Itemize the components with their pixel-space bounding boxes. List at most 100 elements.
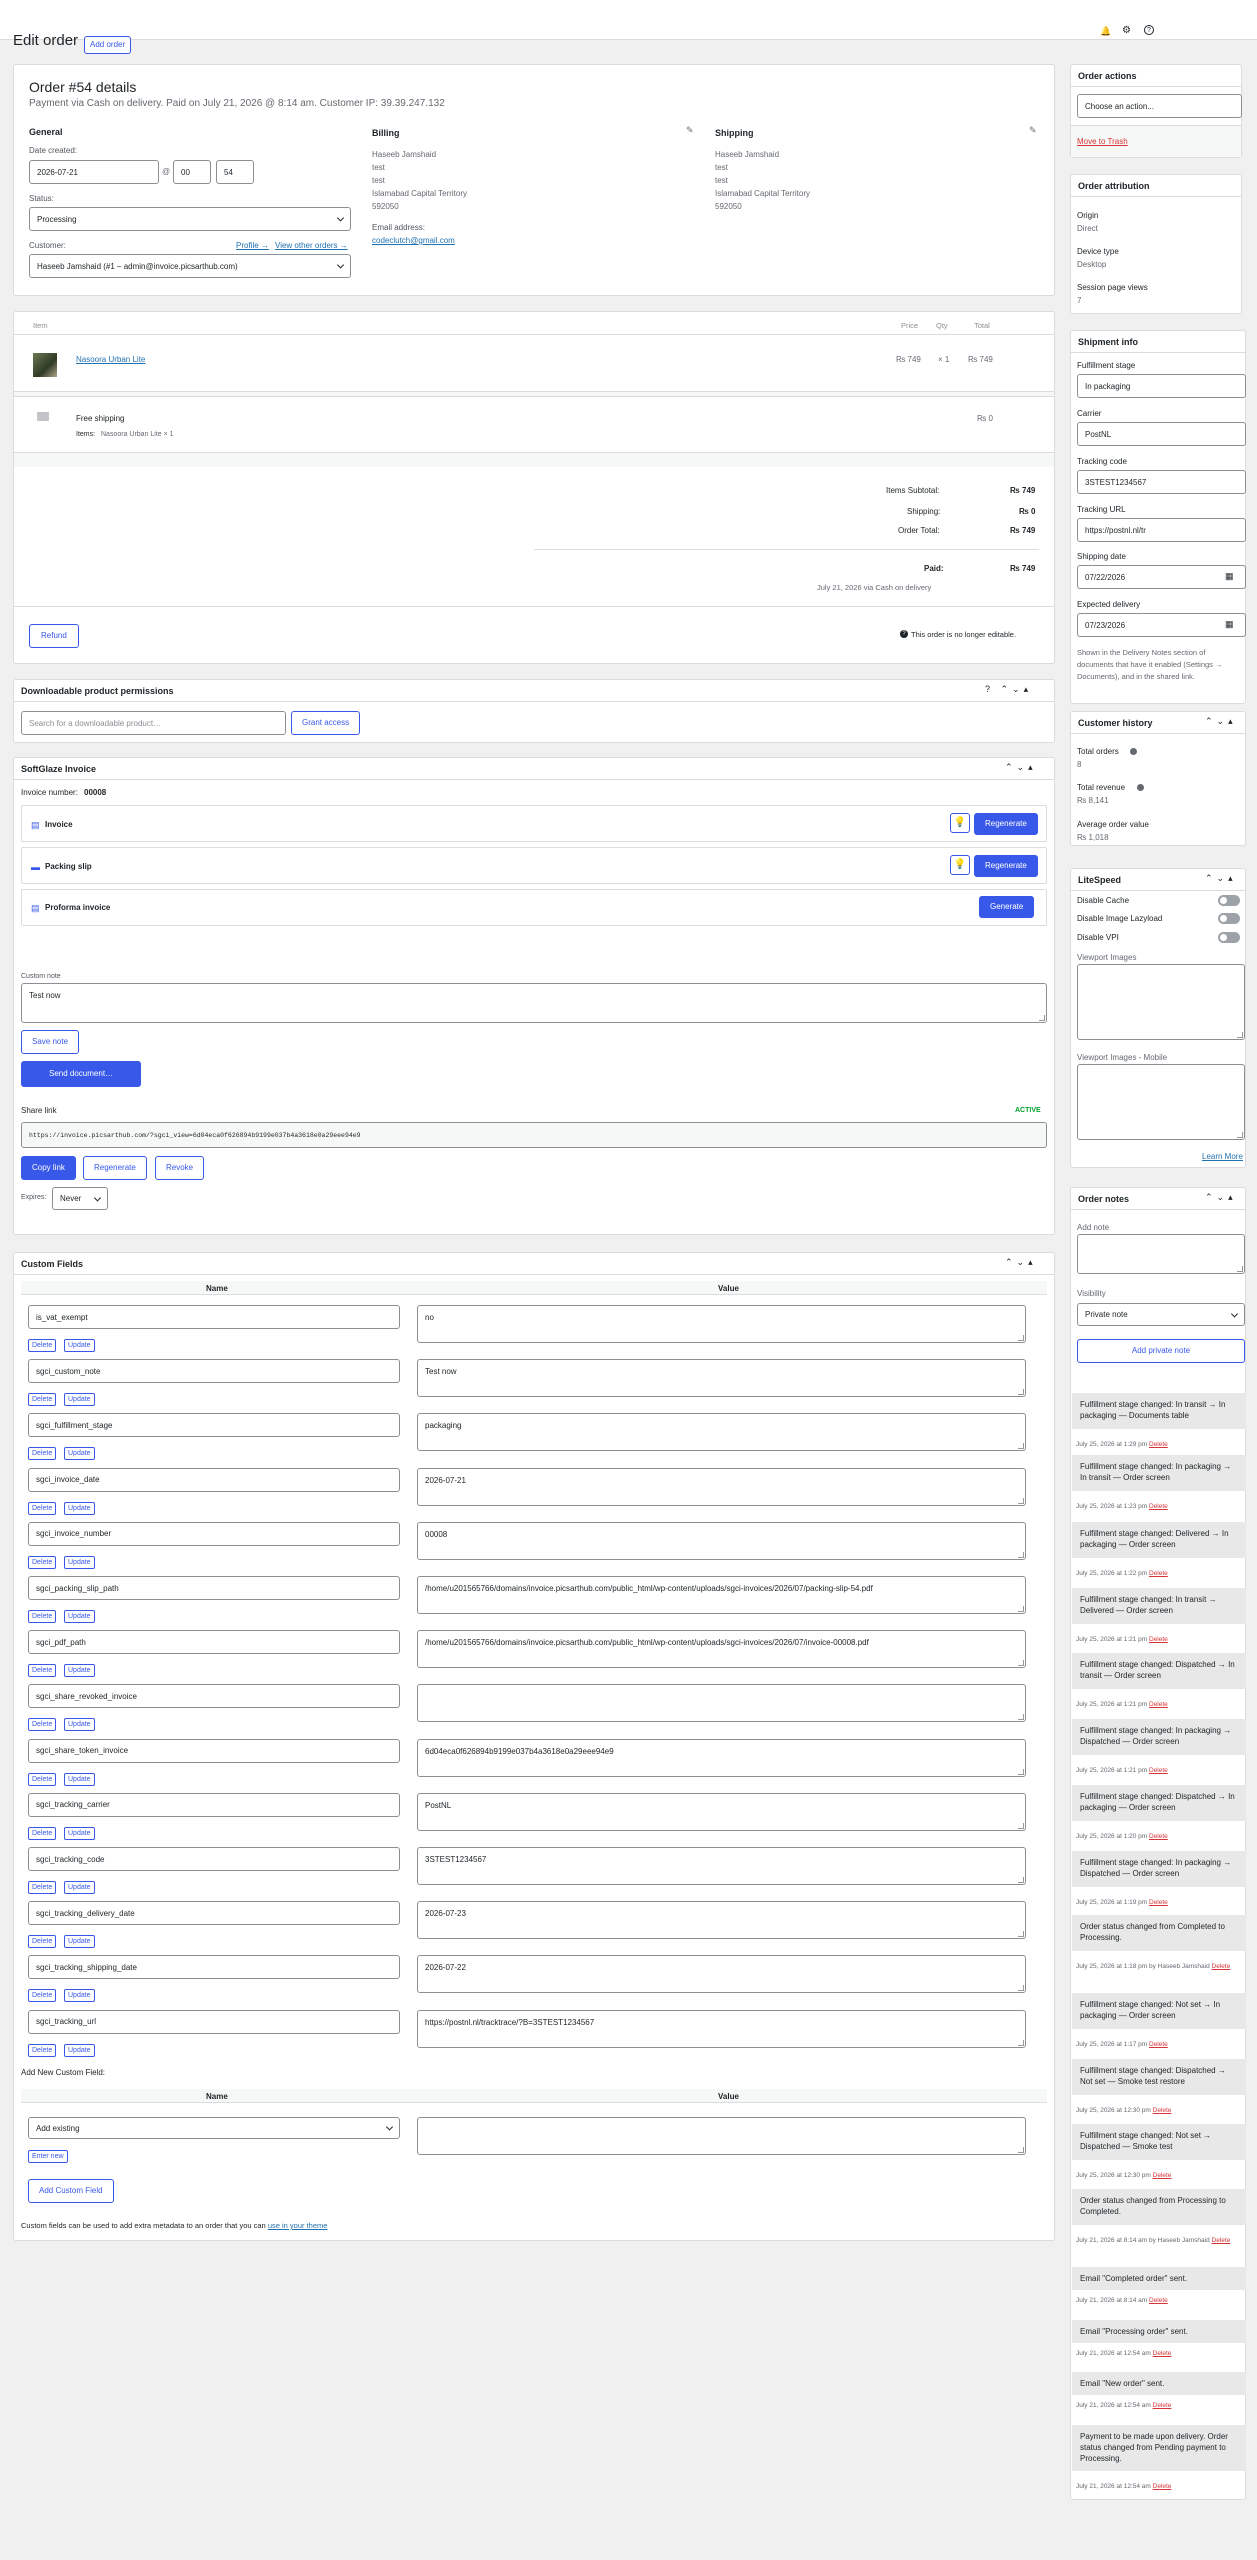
product-name-link[interactable]: Nasoora Urban Lite [76, 355, 145, 364]
delete-note-link[interactable]: Delete [1149, 1503, 1168, 1510]
custom-field-value-textarea[interactable]: packaging [417, 1413, 1026, 1452]
update-field-button[interactable]: Update [64, 2043, 95, 2057]
new-field-value-textarea[interactable] [417, 2117, 1026, 2155]
add-custom-field-button[interactable]: Add Custom Field [28, 2179, 114, 2203]
custom-field-key-input[interactable]: sgci_custom_note [28, 1359, 400, 1384]
delete-field-button[interactable]: Delete [28, 1339, 57, 1352]
delete-note-link[interactable]: Delete [1149, 1767, 1168, 1774]
history-controls[interactable]: ⌃⌄▴ [1205, 716, 1237, 727]
delete-note-link[interactable]: Delete [1149, 1701, 1168, 1708]
customer-select[interactable]: Haseeb Jamshaid (#1 – admin@invoice.pics… [29, 254, 351, 278]
custom-field-key-input[interactable]: sgci_invoice_number [28, 1521, 400, 1546]
add-note-textarea[interactable] [1077, 1234, 1245, 1274]
custom-field-value-textarea[interactable]: 6d04eca0f626894b9199e037b4a3618e0a29eee9… [417, 1738, 1026, 1777]
update-field-button[interactable]: Update [64, 1393, 95, 1407]
update-field-button[interactable]: Update [64, 1501, 95, 1515]
hour-input[interactable]: 00 [173, 160, 211, 184]
delete-note-link[interactable]: Delete [1153, 2483, 1172, 2490]
date-input[interactable]: 2026-07-21 [29, 160, 159, 184]
viewport-images-textarea[interactable] [1077, 964, 1245, 1040]
custom-field-value-textarea[interactable]: 2026-07-22 [417, 1955, 1026, 1994]
delete-field-button[interactable]: Delete [28, 2043, 57, 2057]
delete-note-link[interactable]: Delete [1149, 1636, 1168, 1643]
learn-more-link[interactable]: Learn More [1202, 1152, 1243, 1161]
downloadable-search-input[interactable]: Search for a downloadable product… [21, 711, 286, 735]
visibility-select[interactable]: Private note [1077, 1303, 1245, 1326]
edit-shipping-icon[interactable]: ✎ [1029, 125, 1037, 136]
use-in-theme-link[interactable]: use in your theme [268, 2221, 328, 2230]
revoke-link-button[interactable]: Revoke [155, 1156, 205, 1180]
delete-note-link[interactable]: Delete [1149, 1833, 1168, 1840]
custom-field-value-textarea[interactable]: 3STEST1234567 [417, 1847, 1026, 1885]
add-order-button[interactable]: Add order [84, 36, 132, 54]
custom-field-key-input[interactable]: sgci_packing_slip_path [28, 1576, 400, 1600]
custom-note-textarea[interactable]: Test now [21, 983, 1047, 1023]
custom-field-value-textarea[interactable]: 2026-07-23 [417, 1901, 1026, 1940]
delete-field-button[interactable]: Delete [28, 1935, 57, 1949]
tracking-code-input[interactable]: 3STEST1234567 [1077, 470, 1246, 494]
update-field-button[interactable]: Update [64, 1881, 95, 1894]
delete-note-link[interactable]: Delete [1153, 2402, 1172, 2409]
custom-field-value-textarea[interactable]: Test now [417, 1359, 1026, 1398]
custom-field-value-textarea[interactable]: no [417, 1305, 1026, 1343]
save-note-button[interactable]: Save note [21, 1030, 80, 1054]
delete-note-link[interactable]: Delete [1153, 2107, 1172, 2114]
custom-field-key-input[interactable]: sgci_tracking_url [28, 2009, 400, 2034]
update-field-button[interactable]: Update [64, 1772, 95, 1786]
add-private-note-button[interactable]: Add private note [1077, 1339, 1245, 1363]
status-select[interactable]: Processing [29, 207, 351, 231]
update-field-button[interactable]: Update [64, 1935, 95, 1949]
custom-field-key-input[interactable]: sgci_tracking_code [28, 1847, 400, 1871]
lightbulb-icon[interactable]: 💡 [950, 855, 970, 875]
expected-delivery-input[interactable]: 07/23/2026 [1077, 613, 1246, 637]
custom-field-key-input[interactable]: sgci_tracking_shipping_date [28, 1955, 400, 1980]
send-document-button[interactable]: Send document… [21, 1061, 142, 1087]
custom-field-value-textarea[interactable] [417, 1684, 1026, 1723]
lightbulb-icon[interactable]: 💡 [950, 813, 970, 833]
other-orders-link[interactable]: View other orders → [275, 241, 348, 250]
expires-select[interactable]: Never [52, 1187, 108, 1210]
delete-field-button[interactable]: Delete [28, 1772, 57, 1786]
delete-note-link[interactable]: Delete [1212, 1963, 1231, 1970]
custom-field-key-input[interactable]: sgci_tracking_carrier [28, 1792, 400, 1817]
copy-link-button[interactable]: Copy link [21, 1156, 76, 1180]
share-url-field[interactable]: https://invoice.picsarthub.com/?sgci_vie… [21, 1122, 1047, 1148]
refund-button[interactable]: Refund [29, 624, 79, 648]
delete-field-button[interactable]: Delete [28, 1501, 57, 1515]
delete-field-button[interactable]: Delete [28, 1610, 57, 1623]
custom-field-value-textarea[interactable]: https://postnl.nl/tracktrace/?B=3STEST12… [417, 2009, 1026, 2048]
custom-fields-controls[interactable]: ⌃⌄▴ [1005, 1257, 1037, 1268]
custom-field-value-textarea[interactable]: /home/u201565766/domains/invoice.picsart… [417, 1576, 1026, 1614]
shipping-date-input[interactable]: 07/22/2026 [1077, 565, 1246, 589]
custom-field-key-input[interactable]: is_vat_exempt [28, 1305, 400, 1329]
custom-field-key-input[interactable]: sgci_fulfillment_stage [28, 1413, 400, 1438]
delete-note-link[interactable]: Delete [1149, 1899, 1168, 1906]
tracking-url-input[interactable]: https://postnl.nl/tr [1077, 518, 1246, 542]
calendar-icon[interactable]: ▦ [1225, 571, 1234, 582]
custom-field-key-input[interactable]: sgci_invoice_date [28, 1467, 400, 1492]
email-link[interactable]: codeclutch@gmail.com [372, 236, 455, 245]
delete-field-button[interactable]: Delete [28, 1826, 57, 1840]
custom-field-key-input[interactable]: sgci_pdf_path [28, 1630, 400, 1655]
gear-icon[interactable]: ⚙ [1122, 25, 1131, 36]
delete-note-link[interactable]: Delete [1149, 1441, 1168, 1448]
enter-new-button[interactable]: Enter new [28, 2150, 68, 2163]
regenerate-link-button[interactable]: Regenerate [83, 1156, 147, 1180]
custom-field-value-textarea[interactable]: 2026-07-21 [417, 1467, 1026, 1506]
custom-field-value-textarea[interactable]: PostNL [417, 1792, 1026, 1831]
delete-field-button[interactable]: Delete [28, 1555, 57, 1569]
order-notes-controls[interactable]: ⌃⌄▴ [1205, 1192, 1237, 1203]
update-field-button[interactable]: Update [64, 1718, 95, 1732]
delete-note-link[interactable]: Delete [1212, 2237, 1231, 2244]
invoice-panel-controls[interactable]: ⌃⌄▴ [1005, 762, 1037, 773]
custom-field-key-input[interactable]: sgci_share_revoked_invoice [28, 1684, 400, 1709]
order-action-select[interactable]: Choose an action... [1077, 94, 1242, 118]
calendar-icon[interactable]: ▦ [1225, 619, 1234, 630]
viewport-mobile-textarea[interactable] [1077, 1064, 1245, 1140]
delete-field-button[interactable]: Delete [28, 1718, 57, 1732]
regenerate-packing-slip-button[interactable]: Regenerate [974, 855, 1038, 877]
grant-access-button[interactable]: Grant access [291, 711, 361, 735]
delete-field-button[interactable]: Delete [28, 1881, 57, 1894]
custom-field-value-textarea[interactable]: 00008 [417, 1521, 1026, 1560]
delete-note-link[interactable]: Delete [1153, 2172, 1172, 2179]
